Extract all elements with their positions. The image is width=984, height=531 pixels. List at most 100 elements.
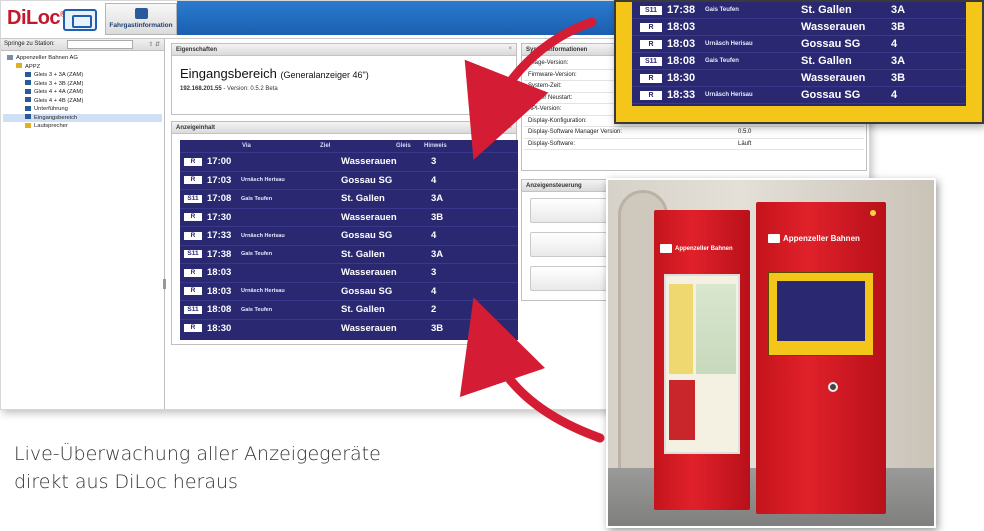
- departure-time: 18:08: [207, 304, 232, 316]
- departure-time: 18:30: [207, 322, 232, 334]
- kiosk-right-brand: Appenzeller Bahnen: [768, 234, 860, 244]
- erweitert-button[interactable]: 🔍 Erweitert: [472, 96, 510, 110]
- panel-close-icon[interactable]: ×: [508, 46, 512, 52]
- board-row: S11 17:38 Gais Teufen St. Gallen 3A: [180, 244, 518, 264]
- kiosk-left-brand: Appenzeller Bahnen: [660, 244, 733, 253]
- tree-item[interactable]: APPZ: [3, 63, 162, 72]
- sidebar-collapse-icon[interactable]: ⇧ ⇵: [148, 41, 160, 48]
- board-row: R 18:03 Urnäsch Herisau Gossau SG 4: [632, 36, 966, 53]
- info-value: Läuft: [738, 140, 752, 147]
- poster-panel: [664, 274, 740, 454]
- display-icon: [25, 88, 31, 94]
- train-type-badge: R: [184, 231, 202, 240]
- tree-item[interactable]: Appenzeller Bahnen AG: [3, 54, 162, 63]
- board-row: S11 18:08 Gais Teufen St. Gallen 3A: [632, 53, 966, 70]
- platform: 3A: [431, 193, 444, 205]
- train-type-badge: R: [184, 268, 202, 277]
- caption-line-2: direkt aus DiLoc heraus: [14, 471, 238, 493]
- tree-item[interactable]: Gleis 3 + 3A (ZAM): [3, 71, 162, 80]
- board-row: S11 17:38 Gais Teufen St. Gallen 3A: [632, 2, 966, 19]
- destination: St. Gallen: [341, 248, 385, 260]
- tree-item[interactable]: Gleis 4 + 4B (ZAM): [3, 97, 162, 106]
- speaker-button: [828, 382, 838, 392]
- map-poster: [696, 284, 736, 374]
- board-row: S11 18:08 Gais Teufen St. Gallen 2: [180, 300, 518, 319]
- platform: 4: [431, 285, 437, 297]
- destination: Gossau SG: [341, 285, 393, 297]
- train-type-badge: R: [184, 176, 202, 185]
- info-row: Display-Software: Läuft: [524, 139, 864, 150]
- via-text: Urnäsch Herisau: [241, 288, 285, 295]
- board-row: R 17:03 Urnäsch Herisau Gossau SG 4: [180, 170, 518, 190]
- platform: 4: [431, 230, 437, 242]
- destination: St. Gallen: [801, 55, 852, 67]
- via-text: Urnäsch Herisau: [241, 177, 285, 184]
- speaker-icon: [25, 122, 31, 128]
- device-subtitle: (Generalanzeiger 46"): [280, 70, 369, 80]
- board-row: R 18:30 Wasserauen 3B: [632, 70, 966, 87]
- indicator-light: [870, 210, 876, 216]
- tree-item[interactable]: Unterführung: [3, 105, 162, 114]
- destination: Gossau SG: [341, 174, 393, 186]
- departure-time: 17:00: [207, 156, 232, 168]
- destination: St. Gallen: [341, 304, 385, 316]
- via-text: Gais Teufen: [241, 195, 273, 202]
- departure-time: 17:03: [207, 174, 232, 186]
- train-type-badge: S11: [640, 5, 662, 15]
- info-key: Display-Software:: [528, 140, 576, 147]
- board-row: R 18:03 Urnäsch Herisau Gossau SG 4: [180, 281, 518, 301]
- caption: Live-Überwachung aller Anzeigegeräte dir…: [14, 440, 381, 496]
- platform: 2: [431, 304, 437, 316]
- sidebar: Springe zu Station: ⇧ ⇵ Appenzeller Bahn…: [1, 39, 166, 409]
- train-type-badge: R: [184, 287, 202, 296]
- destination: Wasserauen: [341, 156, 397, 168]
- station-search-input[interactable]: [67, 40, 133, 49]
- col-gleis: Gleis: [396, 143, 411, 149]
- info-row: Display-Software Manager Version: 0.5.0: [524, 127, 864, 139]
- sidebar-resize-handle[interactable]: [163, 279, 166, 289]
- train-type-badge: R: [184, 324, 202, 333]
- tree-item-label: APPZ: [25, 63, 41, 70]
- tree-item-label: Lautsprecher: [34, 123, 68, 129]
- train-type-badge: S11: [640, 56, 662, 66]
- train-type-badge: S11: [184, 194, 202, 203]
- device-ip-version: 192.168.201.55 - Version: 0.5.2 Beta: [180, 86, 278, 92]
- board-rows: R 17:00 Wasserauen 3 R 17:03 Urnäsch Herisau Go…: [180, 152, 518, 337]
- platform: 3A: [431, 248, 444, 260]
- departure-time: 17:38: [667, 4, 696, 16]
- tree-item[interactable]: Lautsprecher: [3, 122, 162, 131]
- search-icon: 🔍: [474, 100, 483, 106]
- kiosk-left: Appenzeller Bahnen: [654, 210, 750, 510]
- destination: Wasserauen: [801, 21, 866, 33]
- tree-item[interactable]: Eingangsbereich: [3, 113, 162, 122]
- device-version: - Version: 0.5.2 Beta: [223, 86, 278, 92]
- tree-item-label: Eingangsbereich: [34, 114, 78, 121]
- train-type-badge: R: [640, 39, 662, 49]
- departure-board: Via Ziel Gleis Hinweis R 17:00 Wasserauen 3…: [180, 140, 518, 340]
- station-jump-bar: Springe zu Station: ⇧ ⇵: [1, 39, 164, 51]
- tree-item-label: Gleis 4 + 4B (ZAM): [34, 97, 84, 104]
- via-text: Urnäsch Herisau: [241, 232, 285, 239]
- platform: 3B: [891, 72, 906, 84]
- tree-item[interactable]: Gleis 4 + 4A (ZAM): [3, 88, 162, 97]
- platform: 4: [891, 38, 898, 50]
- destination: Wasserauen: [341, 322, 397, 334]
- content-header: Anzeigeinhalt: [176, 125, 216, 131]
- tab-fahrgastinformation[interactable]: Fahrgastinformation: [105, 3, 177, 35]
- train-type-badge: S11: [184, 305, 202, 314]
- destination: St. Gallen: [801, 4, 852, 16]
- info-value: 0.5.0: [738, 129, 752, 136]
- tree-item-label: Gleis 3 + 3A (ZAM): [34, 72, 84, 78]
- org-icon: [7, 54, 13, 60]
- control-header: Anzeigensteuerung: [526, 183, 582, 189]
- display-icon: [25, 80, 31, 86]
- via-text: Urnäsch Herisau: [705, 92, 753, 98]
- platform: 4: [891, 89, 898, 101]
- train-type-badge: S11: [184, 250, 202, 259]
- panel-controls-icon[interactable]: ⟲ ▭ ×: [494, 124, 512, 131]
- departure-time: 17:08: [207, 193, 232, 205]
- via-text: Gais Teufen: [241, 251, 273, 258]
- tree-item[interactable]: Gleis 3 + 3B (ZAM): [3, 80, 162, 89]
- platform: 3B: [431, 211, 444, 223]
- board-row: R 18:03 Wasserauen 3B: [632, 19, 966, 36]
